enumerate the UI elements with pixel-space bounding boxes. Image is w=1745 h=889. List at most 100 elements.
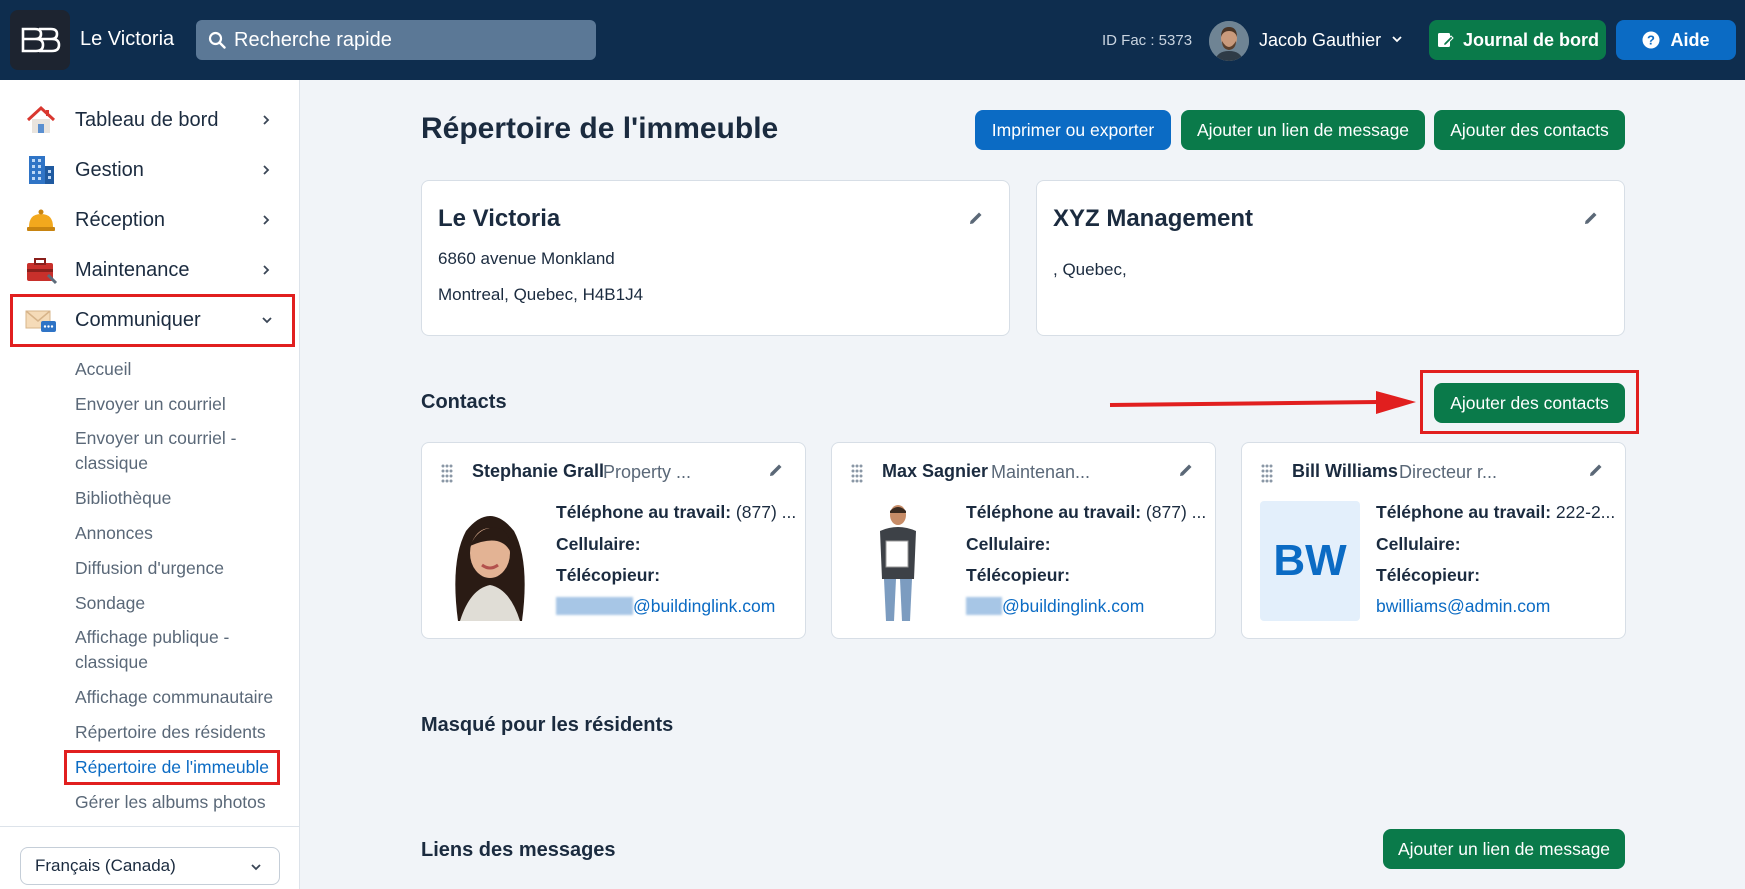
pencil-icon[interactable] — [1587, 461, 1605, 479]
house-icon — [26, 105, 56, 133]
submenu-item-envoyer-courriel-classique-line2[interactable]: classique — [75, 451, 148, 476]
add-contacts-header-button[interactable]: Ajouter des contacts — [1434, 110, 1625, 150]
management-address: , Quebec, — [1053, 260, 1127, 279]
man-portrait-icon — [850, 501, 950, 621]
add-message-link-label: Ajouter un lien de message — [1397, 838, 1611, 859]
top-bar: Le Victoria Recherche rapide ID Fac : 53… — [0, 0, 1745, 80]
contact-work-phone: Téléphone au travail: 222-2... — [1376, 502, 1615, 523]
drag-handle-icon[interactable] — [1260, 463, 1274, 483]
contacts-section-title: Contacts — [421, 391, 507, 413]
sidebar-item-label: Réception — [75, 208, 166, 231]
submenu-item-sondage[interactable]: Sondage — [75, 591, 145, 616]
sidebar-item-maintenance[interactable]: Maintenance — [0, 245, 300, 295]
cell-label: Cellulaire: — [556, 534, 641, 554]
contact-fax: Télécopieur: — [966, 565, 1070, 586]
user-name[interactable]: Jacob Gauthier — [1259, 30, 1381, 51]
add-contacts-button[interactable]: Ajouter des contacts — [1434, 383, 1625, 423]
add-message-link-button[interactable]: Ajouter un lien de message — [1181, 110, 1425, 150]
drag-handle-icon[interactable] — [440, 463, 454, 483]
pencil-icon[interactable] — [1177, 461, 1195, 479]
pencil-icon[interactable] — [767, 461, 785, 479]
search-icon — [208, 31, 226, 49]
journal-button[interactable]: Journal de bord — [1429, 20, 1606, 60]
contact-cell: Cellulaire: — [556, 534, 641, 555]
pencil-icon[interactable] — [967, 209, 985, 227]
pencil-icon[interactable] — [1582, 209, 1600, 227]
management-card: XYZ Management , Quebec, — [1036, 180, 1625, 336]
submenu-item-diffusion-urgence[interactable]: Diffusion d'urgence — [75, 556, 224, 581]
phone-label: Téléphone au travail: — [966, 502, 1142, 522]
submenu-item-annonces[interactable]: Annonces — [75, 521, 153, 546]
chevron-down-icon[interactable] — [1390, 32, 1404, 46]
woman-portrait-icon — [440, 501, 540, 621]
journal-label: Journal de bord — [1462, 29, 1599, 50]
submenu-item-accueil[interactable]: Accueil — [75, 357, 131, 382]
sidebar-item-reception[interactable]: Réception — [0, 195, 300, 245]
app-title: Le Victoria — [80, 28, 175, 50]
annotation-highlight-communiquer — [10, 294, 295, 347]
contact-email[interactable]: bwilliams@admin.com — [1376, 596, 1550, 617]
sidebar-item-label: Gestion — [75, 158, 144, 181]
add-message-link-label: Ajouter un lien de message — [1196, 119, 1410, 140]
cell-label: Cellulaire: — [1376, 534, 1461, 554]
contact-photo — [440, 501, 540, 621]
id-fac-label: ID Fac : 5373 — [1102, 32, 1193, 49]
question-circle-icon: ? — [1642, 31, 1660, 49]
sidebar-item-gestion[interactable]: Gestion — [0, 145, 300, 195]
app-logo[interactable] — [10, 10, 70, 70]
chevron-down-icon — [251, 864, 261, 871]
annotation-arrow-icon — [1109, 391, 1416, 414]
logo-icon — [21, 27, 61, 53]
submenu-item-repertoire-residents[interactable]: Répertoire des résidents — [75, 720, 266, 745]
search-input[interactable]: Recherche rapide — [196, 20, 596, 60]
submenu-item-bibliotheque[interactable]: Bibliothèque — [75, 486, 171, 511]
language-select[interactable]: Français (Canada) — [20, 847, 280, 885]
contact-name: Stephanie Grall — [472, 461, 605, 481]
svg-text:?: ? — [1648, 33, 1656, 48]
add-contacts-label: Ajouter des contacts — [1450, 392, 1609, 413]
sidebar-item-dashboard[interactable]: Tableau de bord — [0, 95, 300, 145]
fax-label: Télécopieur: — [966, 565, 1071, 585]
page-title: Répertoire de l'immeuble — [421, 112, 779, 145]
contact-role: Property ... — [603, 462, 692, 482]
submenu-item-affichage-publique-line2[interactable]: classique — [75, 650, 148, 675]
contact-card[interactable]: Max Sagnier Maintenan... Téléphone au tr… — [831, 442, 1216, 639]
contact-photo — [850, 501, 950, 621]
language-value: Français (Canada) — [35, 856, 176, 875]
help-button[interactable]: ? Aide — [1616, 20, 1736, 60]
submenu-item-affichage-publique[interactable]: Affichage publique - — [75, 625, 229, 650]
phone-label: Téléphone au travail: — [556, 502, 732, 522]
contact-work-phone: Téléphone au travail: (877) ... — [966, 502, 1206, 523]
add-message-link-bottom-button[interactable]: Ajouter un lien de message — [1383, 829, 1625, 869]
sidebar: Tableau de bord Gestion Réception Mainte… — [0, 80, 300, 889]
contact-name: Bill Williams — [1292, 461, 1398, 481]
print-export-button[interactable]: Imprimer ou exporter — [975, 110, 1171, 150]
search-placeholder: Recherche rapide — [234, 28, 392, 51]
chevron-right-icon — [263, 265, 270, 275]
contact-email[interactable]: @buildinglink.com — [966, 596, 1144, 617]
building-address-line1: 6860 avenue Monkland — [438, 249, 615, 268]
submenu-item-envoyer-courriel-classique[interactable]: Envoyer un courriel - — [75, 426, 236, 451]
building-address-line2: Montreal, Quebec, H4B1J4 — [438, 285, 644, 304]
cell-label: Cellulaire: — [966, 534, 1051, 554]
phone-value: 222-2... — [1555, 502, 1616, 522]
contact-card[interactable]: Stephanie Grall Property ... Téléphone a… — [421, 442, 806, 639]
user-avatar[interactable] — [1209, 21, 1249, 61]
contact-email[interactable]: @buildinglink.com — [556, 596, 775, 617]
avatar-photo-icon — [1209, 21, 1249, 61]
contact-card[interactable]: Bill Williams Directeur r... BW Téléphon… — [1241, 442, 1626, 639]
contact-role: Directeur r... — [1399, 462, 1498, 482]
chevron-right-icon — [263, 115, 270, 125]
submenu-item-affichage-communautaire[interactable]: Affichage communautaire — [75, 685, 273, 710]
contact-role: Maintenan... — [991, 462, 1091, 482]
submenu-item-albums-photos[interactable]: Gérer les albums photos — [75, 790, 266, 815]
phone-value: (877) ... — [735, 502, 797, 522]
building-card: Le Victoria 6860 avenue Monkland Montrea… — [421, 180, 1010, 336]
phone-value: (877) ... — [1145, 502, 1207, 522]
sidebar-divider — [0, 826, 300, 827]
sidebar-item-label: Maintenance — [75, 258, 190, 281]
bell-icon — [27, 209, 55, 231]
drag-handle-icon[interactable] — [850, 463, 864, 483]
submenu-item-envoyer-courriel[interactable]: Envoyer un courriel — [75, 392, 226, 417]
sidebar-item-label: Tableau de bord — [75, 108, 219, 131]
